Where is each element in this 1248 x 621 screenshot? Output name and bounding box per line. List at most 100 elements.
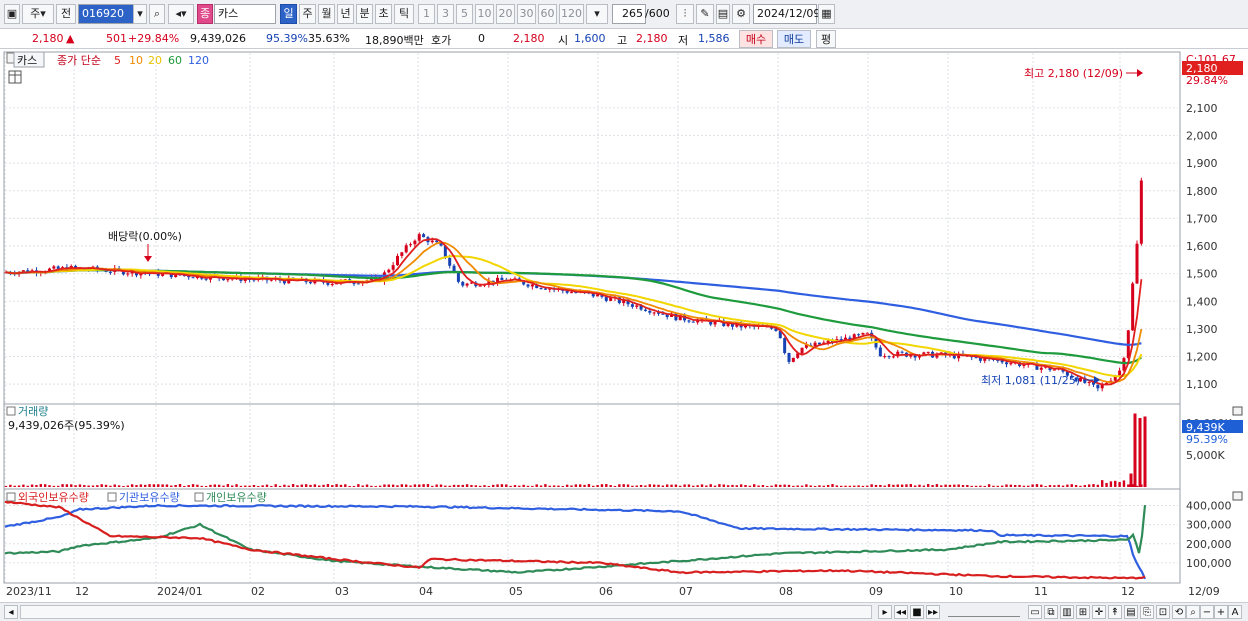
volume-bar bbox=[1057, 484, 1060, 487]
fast-forward-icon[interactable]: ▸▸ bbox=[926, 605, 940, 619]
x-axis-label: 2024/01 bbox=[157, 585, 203, 598]
stock-name-field[interactable]: 카스 bbox=[214, 4, 276, 24]
period-year[interactable]: 년 bbox=[337, 4, 354, 24]
save-icon[interactable]: ▤ bbox=[716, 4, 730, 24]
navigation-bar: ◂ ▸ ◂◂ ■ ▸▸ ▭ ⧉ ▥ ⊞ ✛ ↟ ▤ ⎘ ⊡ ⟲ ⌕ − + A bbox=[0, 602, 1248, 621]
period-month[interactable]: 월 bbox=[318, 4, 335, 24]
interval-30[interactable]: 30 bbox=[517, 4, 536, 24]
sell-button[interactable]: 매도 bbox=[777, 30, 811, 48]
date-input[interactable]: 2024/12/09 bbox=[753, 4, 820, 24]
interval-10[interactable]: 10 bbox=[475, 4, 494, 24]
candle-body bbox=[865, 332, 869, 334]
volume-bar bbox=[78, 484, 82, 487]
search-icon[interactable]: ⌕ bbox=[149, 4, 165, 24]
volume-bar bbox=[244, 485, 247, 487]
rewind-icon[interactable]: ◂◂ bbox=[894, 605, 908, 619]
chart-layout-icon[interactable]: ▣ bbox=[4, 4, 20, 24]
panel-icon[interactable]: ▤ bbox=[1124, 605, 1138, 619]
volume-bar bbox=[361, 485, 364, 487]
volume-bar bbox=[39, 484, 42, 487]
x-axis-label: 10 bbox=[949, 585, 963, 598]
volume-bar bbox=[548, 485, 551, 487]
period-day[interactable]: 일 bbox=[280, 4, 297, 24]
interval-20[interactable]: 20 bbox=[496, 4, 515, 24]
volume-bar bbox=[413, 484, 417, 487]
layout-4-icon[interactable]: ⊞ bbox=[1076, 605, 1090, 619]
zoom-slider[interactable] bbox=[948, 605, 1020, 617]
layout-2-icon[interactable]: ⧉ bbox=[1044, 605, 1058, 619]
code-dropdown-icon[interactable]: ▾ bbox=[133, 4, 147, 24]
volume-bar bbox=[674, 484, 678, 487]
volume-bar bbox=[544, 484, 547, 487]
volume-bar bbox=[396, 485, 399, 487]
scroll-right-icon[interactable]: ▸ bbox=[878, 605, 892, 619]
volume-bar bbox=[70, 484, 73, 487]
zoom-out-icon[interactable]: − bbox=[1200, 605, 1214, 619]
search-zoom-icon[interactable]: ⌕ bbox=[1186, 605, 1200, 619]
sound-icon[interactable]: ◂▾ bbox=[168, 4, 194, 24]
period-tick[interactable]: 틱 bbox=[394, 4, 414, 24]
gear-icon[interactable]: ⚙ bbox=[732, 4, 750, 24]
calendar-icon[interactable]: ▦ bbox=[818, 4, 835, 24]
volume-bar bbox=[900, 484, 904, 487]
volume-bar bbox=[583, 484, 586, 487]
layout-1-icon[interactable]: ▭ bbox=[1028, 605, 1042, 619]
volume-bar bbox=[187, 485, 190, 487]
interval-5[interactable]: 5 bbox=[456, 4, 473, 24]
market-select[interactable]: 주▾ bbox=[22, 4, 54, 24]
candle-body bbox=[404, 245, 408, 253]
candle-body bbox=[687, 320, 691, 322]
holdings-legend-box-1 bbox=[6, 492, 16, 502]
volume-tick-5000k: 5,000K bbox=[1186, 449, 1225, 462]
volume-bar bbox=[474, 485, 477, 487]
buy-button[interactable]: 매수 bbox=[739, 30, 773, 48]
stock-chart[interactable]: 카스 종가 단순 5 10 20 60 120 배당락(0.00%) 최고 2,… bbox=[0, 50, 1248, 602]
volume-panel-close-icon[interactable] bbox=[1232, 406, 1243, 416]
candle-type-icon[interactable]: ⫶ bbox=[676, 4, 694, 24]
indicator-icon[interactable]: ↟ bbox=[1108, 605, 1122, 619]
stop-icon[interactable]: ■ bbox=[910, 605, 924, 619]
price-tick-label: 1,400 bbox=[1186, 295, 1218, 308]
holdings-panel-close-icon[interactable] bbox=[1232, 491, 1243, 501]
draw-tool-icon[interactable]: ✎ bbox=[696, 4, 714, 24]
interval-120[interactable]: 120 bbox=[559, 4, 584, 24]
volume-panel-menu-icon[interactable] bbox=[6, 406, 16, 416]
candle-body bbox=[191, 277, 195, 279]
font-size-icon[interactable]: A bbox=[1228, 605, 1242, 619]
count-input[interactable]: 265 bbox=[612, 4, 646, 24]
period-second[interactable]: 초 bbox=[375, 4, 392, 24]
copy-icon[interactable]: ⎘ bbox=[1140, 605, 1154, 619]
candle-body bbox=[570, 292, 573, 294]
volume-bar bbox=[139, 484, 143, 487]
window-icon[interactable]: ⊡ bbox=[1156, 605, 1170, 619]
candle-body bbox=[478, 285, 482, 287]
interval-3[interactable]: 3 bbox=[437, 4, 454, 24]
period-minute[interactable]: 분 bbox=[356, 4, 373, 24]
volume-bar bbox=[927, 484, 930, 487]
volume-bar bbox=[766, 485, 769, 487]
period-week[interactable]: 주 bbox=[299, 4, 316, 24]
volume-bar bbox=[683, 484, 686, 487]
volume-bar bbox=[204, 485, 208, 487]
layout-3-icon[interactable]: ▥ bbox=[1060, 605, 1074, 619]
crosshair-icon[interactable]: ✛ bbox=[1092, 605, 1106, 619]
volume-bar bbox=[352, 485, 356, 487]
interval-1[interactable]: 1 bbox=[418, 4, 435, 24]
candle-body bbox=[974, 357, 978, 359]
volume-bar bbox=[457, 484, 460, 487]
eval-button[interactable]: 평 bbox=[816, 30, 836, 48]
code-input[interactable]: 016920 bbox=[78, 4, 138, 24]
prev-button[interactable]: 전 bbox=[56, 4, 76, 24]
horizontal-scrollbar[interactable] bbox=[20, 605, 872, 619]
volume-bar bbox=[961, 485, 965, 487]
price-tick-label: 1,600 bbox=[1186, 240, 1218, 253]
interval-60[interactable]: 60 bbox=[538, 4, 557, 24]
volume-bar bbox=[144, 484, 147, 487]
zoom-in-icon[interactable]: + bbox=[1214, 605, 1228, 619]
candle-body bbox=[648, 310, 652, 313]
volume-bar bbox=[870, 484, 873, 487]
volume-bar bbox=[209, 484, 212, 487]
scroll-left-icon[interactable]: ◂ bbox=[4, 605, 18, 619]
interval-dropdown-icon[interactable]: ▾ bbox=[586, 4, 608, 24]
zoom-reset-icon[interactable]: ⟲ bbox=[1172, 605, 1186, 619]
